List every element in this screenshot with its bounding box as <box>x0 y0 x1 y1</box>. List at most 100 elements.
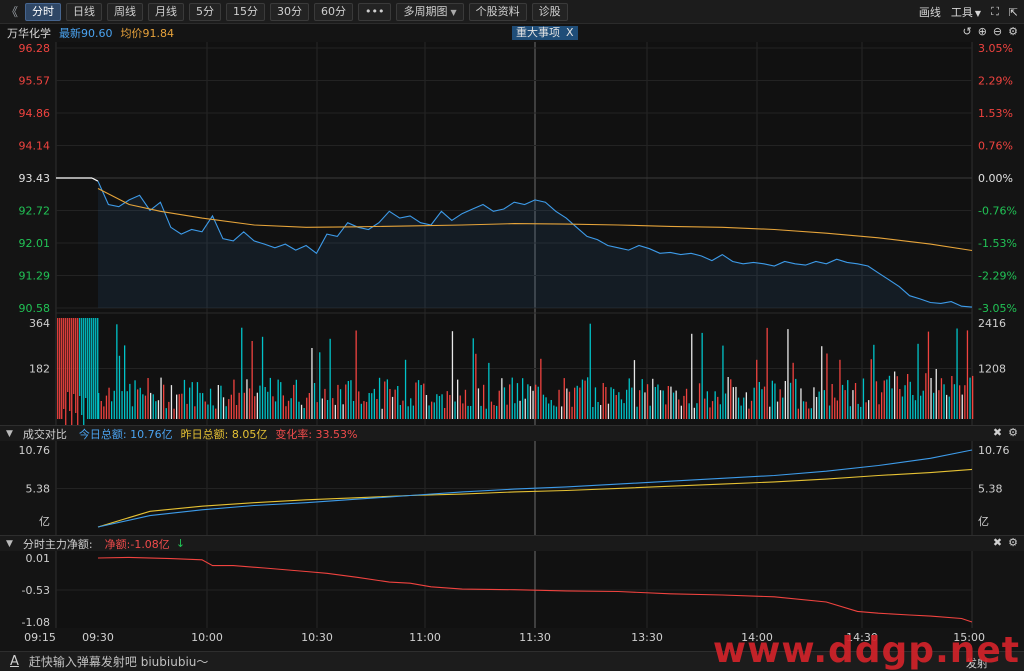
toolbar-right: 画线 工具 ▼ ⛶ ⇱ <box>919 0 1018 24</box>
period-button-monthly[interactable]: 月线 <box>148 2 184 21</box>
volume-bar <box>732 387 734 419</box>
main-flow-title: 分时主力净额: <box>22 537 93 551</box>
volume-bar <box>157 400 160 419</box>
price-tick-label: 90.58 <box>19 302 51 315</box>
volume-bar <box>553 405 555 419</box>
volume-bar <box>776 401 779 419</box>
volume-bar <box>259 385 261 419</box>
volume-bar <box>761 389 763 419</box>
volume-bar <box>308 393 310 419</box>
close-circle-icon[interactable]: ✖ <box>993 426 1002 439</box>
major-event-tag[interactable]: 重大事项 X <box>512 26 578 40</box>
intraday-chart[interactable]: 96.28 3.05% 95.57 2.29% 94.86 1.53% 94.14 0.76%… <box>0 0 1024 671</box>
volume-bar <box>470 406 472 419</box>
volume-bar <box>722 345 724 419</box>
period-button-60min[interactable]: 60分 <box>314 2 353 21</box>
volume-bar <box>758 382 760 419</box>
zoom-out-icon[interactable]: ⊖ <box>993 25 1002 38</box>
period-button-15min[interactable]: 15分 <box>226 2 265 21</box>
settings-gear-icon[interactable]: ⚙ <box>1008 536 1018 549</box>
period-button-daily[interactable]: 日线 <box>66 2 102 21</box>
volume-bar <box>810 408 812 419</box>
volume-bar <box>589 323 591 419</box>
text-style-icon[interactable]: A <box>10 654 19 669</box>
time-axis-label: 13:30 <box>631 631 663 644</box>
volume-bar <box>628 378 630 419</box>
stock-profile-button[interactable]: 个股资料 <box>468 2 527 21</box>
volume-bar <box>584 380 586 419</box>
period-button-5min[interactable]: 5分 <box>189 2 221 21</box>
volume-bar <box>800 388 802 419</box>
price-tick-label: 92.72 <box>19 205 51 218</box>
pin-icon[interactable]: ⇱ <box>1009 6 1018 19</box>
period-button-weekly[interactable]: 周线 <box>107 2 143 21</box>
period-button-30min[interactable]: 30分 <box>270 2 309 21</box>
volume-bar <box>771 380 773 419</box>
volume-bar <box>352 401 355 419</box>
stock-name: 万华化学 <box>7 26 51 40</box>
stock-info-row: 万华化学 最新90.60 均价91.84 重大事项 X ↺ ⊕ ⊖ ⚙ <box>0 24 1024 41</box>
zoom-in-icon[interactable]: ⊕ <box>978 25 987 38</box>
auction-volume-bar <box>57 318 59 419</box>
volume-bar <box>831 384 833 419</box>
volume-bar <box>204 401 206 419</box>
auction-volume-bar <box>91 318 93 419</box>
volume-bar <box>706 391 708 419</box>
volume-bar <box>862 378 865 419</box>
volume-bar <box>753 387 755 419</box>
volume-bar <box>209 388 212 419</box>
volume-bar <box>293 384 295 419</box>
undo-icon[interactable]: ↺ <box>962 25 971 38</box>
diagnose-button[interactable]: 诊股 <box>531 2 568 21</box>
collapse-triangle-icon[interactable]: ▼ <box>6 539 13 549</box>
volume-bar <box>506 404 508 419</box>
volume-bar <box>243 392 245 419</box>
volume-bar <box>371 393 373 419</box>
volume-bar <box>368 393 370 419</box>
volume-bar <box>417 380 420 419</box>
volume-tick-label: 364 <box>29 317 50 330</box>
time-axis-label: 10:30 <box>301 631 333 644</box>
multi-period-dropdown[interactable]: 多周期图 ▼ <box>396 2 464 21</box>
close-circle-icon[interactable]: ✖ <box>993 536 1002 549</box>
volume-bar <box>183 379 186 419</box>
more-periods-button[interactable]: ••• <box>358 2 392 21</box>
volume-bar <box>610 387 612 419</box>
volume-bar <box>802 401 805 419</box>
volume-bar <box>743 397 745 419</box>
collapse-triangle-icon[interactable]: ▼ <box>6 429 13 439</box>
volume-bar <box>199 392 201 419</box>
volume-bar <box>386 379 388 419</box>
volume-bar <box>394 389 396 419</box>
time-axis-label: 10:00 <box>191 631 223 644</box>
volume-bar <box>891 388 893 419</box>
volume-bar <box>868 400 870 419</box>
volume-bar <box>537 386 539 419</box>
volume-bar <box>657 384 659 419</box>
volume-bar <box>384 381 386 419</box>
volume-bar <box>457 379 459 419</box>
tools-dropdown[interactable]: 工具 ▼ <box>951 4 981 20</box>
close-icon[interactable]: X <box>566 26 574 39</box>
volume-bar <box>696 403 698 419</box>
back-arrow-icon[interactable]: 《 <box>4 3 20 20</box>
settings-gear-icon[interactable]: ⚙ <box>1008 426 1018 439</box>
volume-bar <box>969 377 971 419</box>
period-button-intraday[interactable]: 分时 <box>25 2 61 21</box>
draw-line-button[interactable]: 画线 <box>919 4 941 20</box>
volume-bar <box>938 390 940 419</box>
volume-bar <box>568 391 571 419</box>
flow-tick-label: 0.01 <box>26 552 51 565</box>
volume-bar <box>870 359 872 419</box>
danmu-input[interactable]: 赶快输入弹幕发射吧 biubiubiu～ <box>29 653 209 670</box>
volume-bar <box>105 395 108 419</box>
volume-bar <box>927 331 930 419</box>
volume-bar <box>896 376 898 419</box>
volume-bar <box>295 379 297 419</box>
volume-bar <box>735 386 737 419</box>
volume-bar <box>399 405 401 419</box>
fullscreen-icon[interactable]: ⛶ <box>991 5 999 19</box>
settings-gear-icon[interactable]: ⚙ <box>1008 25 1018 38</box>
volume-bar <box>433 402 435 419</box>
percent-tick-label: -0.76% <box>978 205 1017 218</box>
